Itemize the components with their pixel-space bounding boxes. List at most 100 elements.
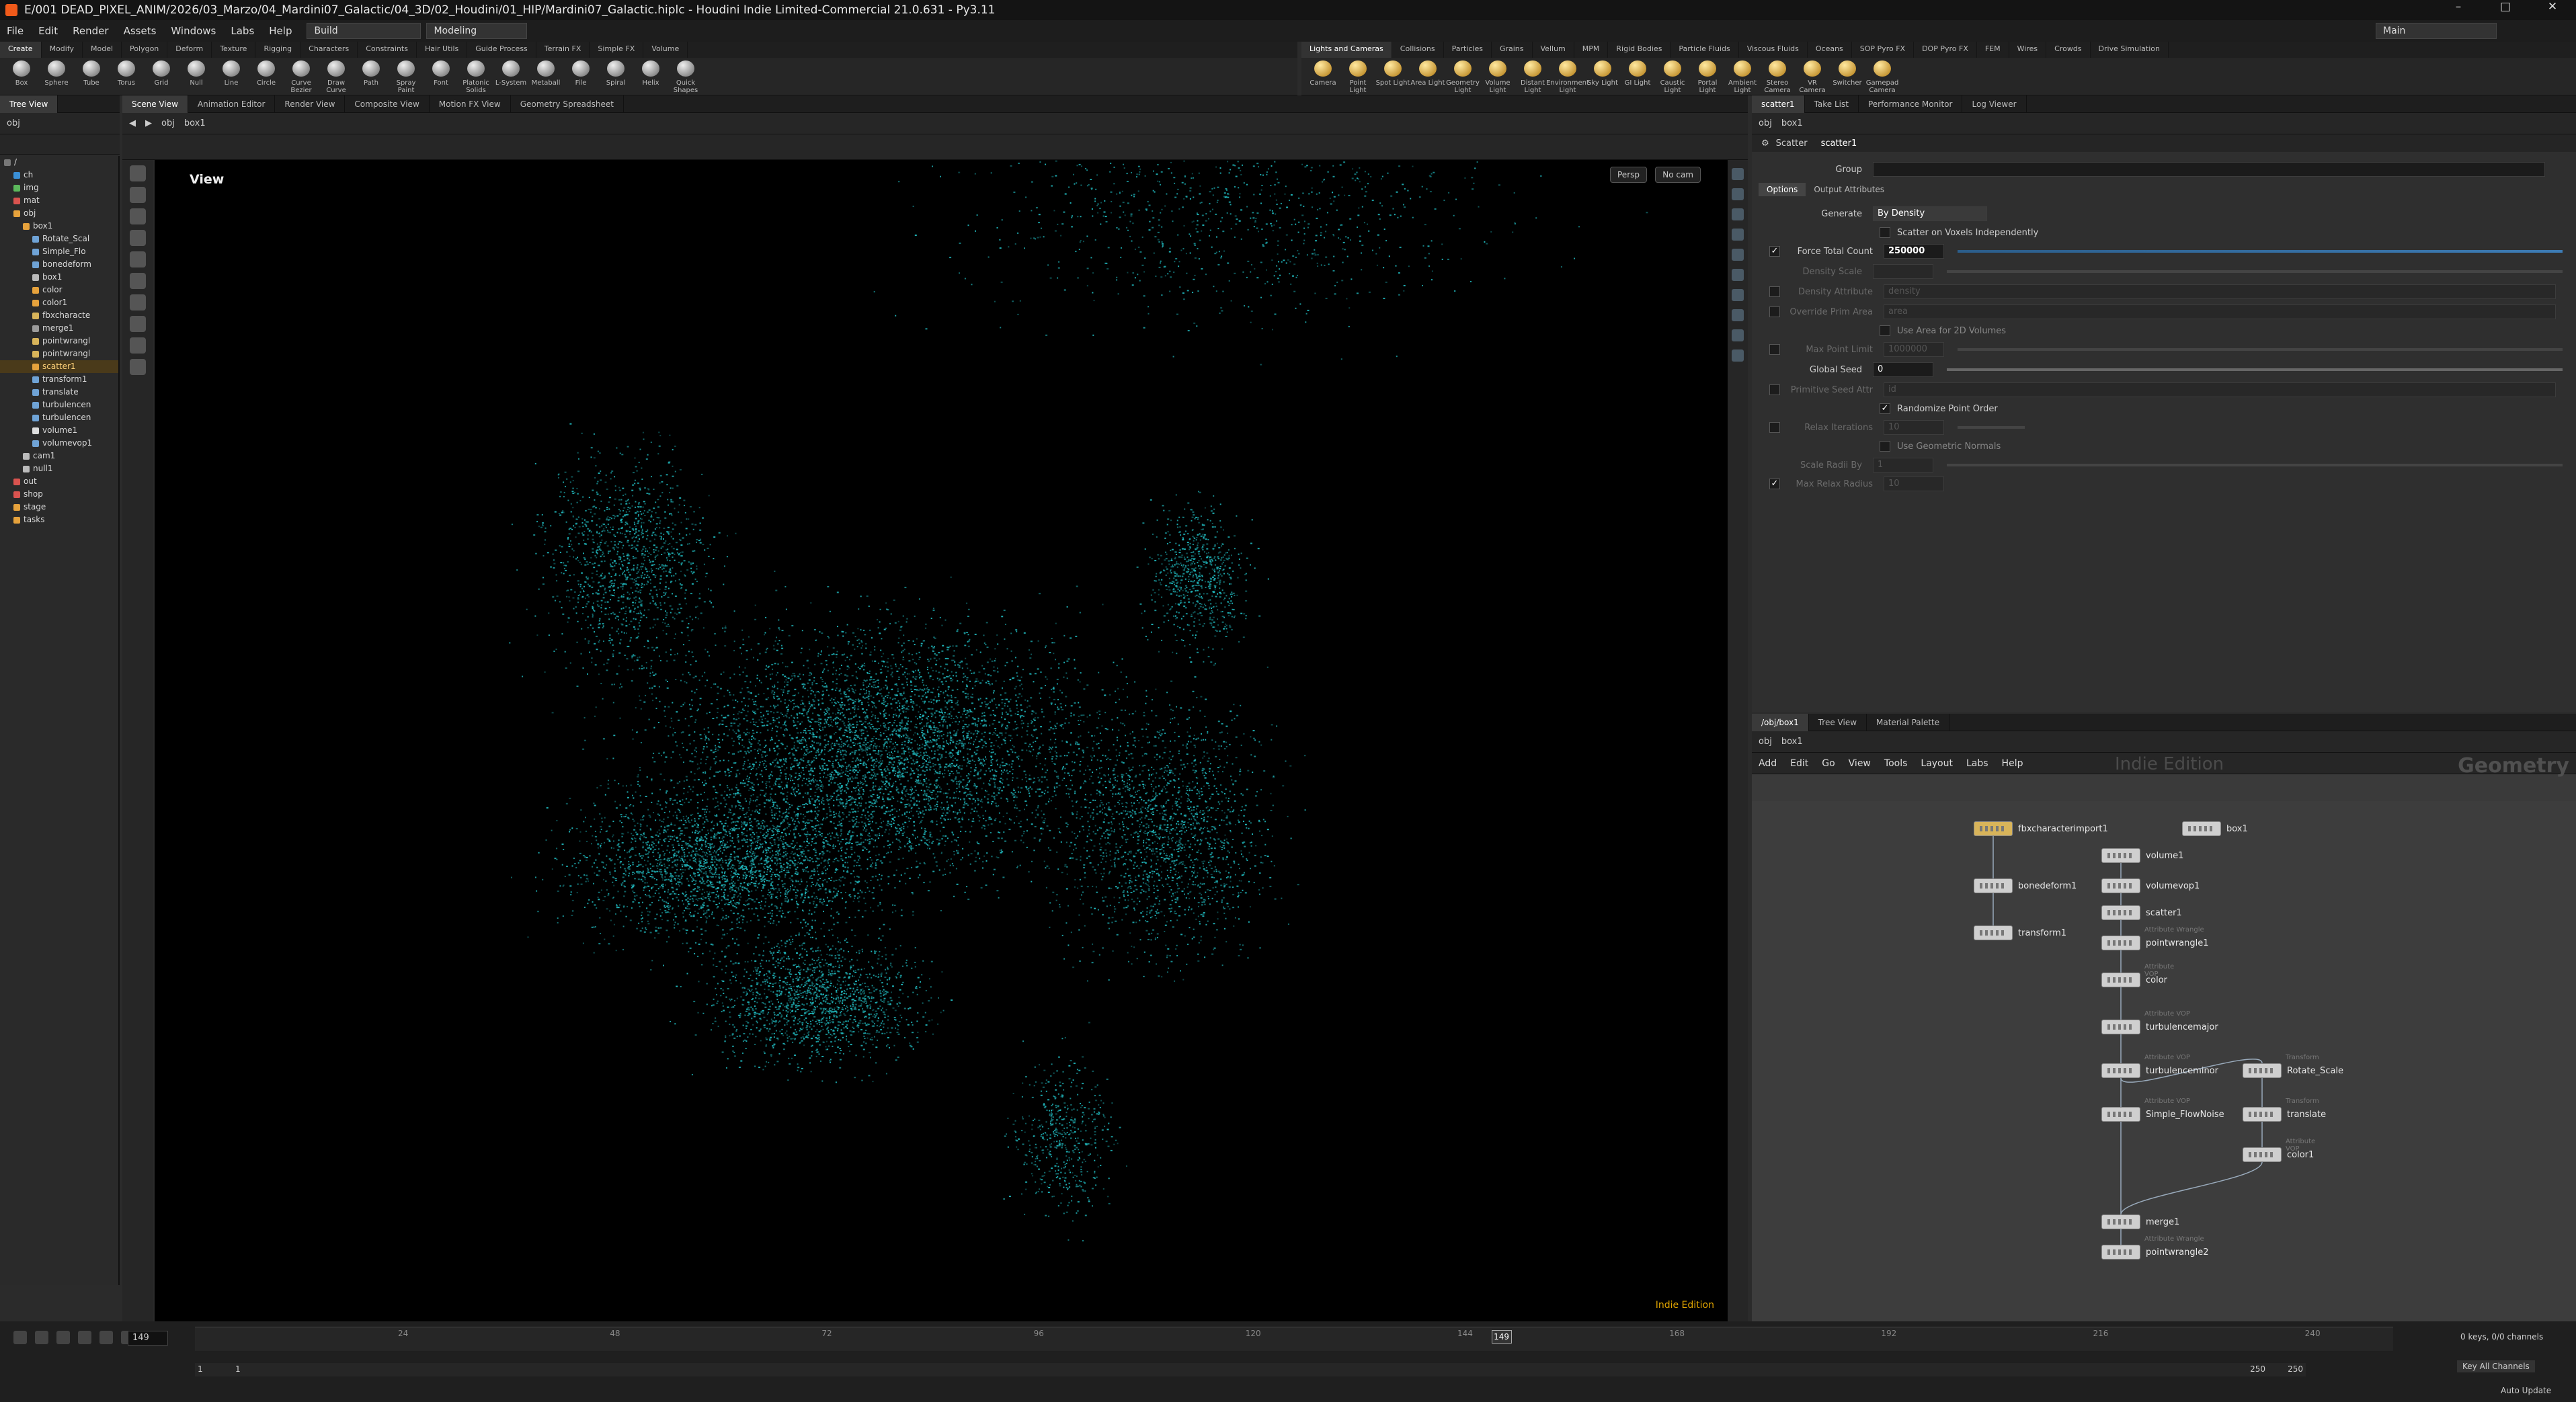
shelf-tab-simple-fx[interactable]: Simple FX xyxy=(590,42,644,58)
handle-tool-icon[interactable] xyxy=(130,251,146,267)
tab-render-view[interactable]: Render View xyxy=(275,95,346,113)
select-tool-icon[interactable] xyxy=(130,165,146,181)
rotate-tool-icon[interactable] xyxy=(130,208,146,224)
node-bonedeform1[interactable]: bonedeform1 xyxy=(1974,878,2077,893)
path-node[interactable]: box1 xyxy=(184,118,206,128)
force-total-slider[interactable] xyxy=(1958,250,2563,253)
view-tool-icon[interactable] xyxy=(130,294,146,311)
node-fbxcharacterimport1[interactable]: fbxcharacterimport1 xyxy=(1974,821,2108,836)
tool-font[interactable]: Font xyxy=(424,60,458,94)
persp-menu-button[interactable]: Persp xyxy=(1610,167,1647,183)
tool-caustic-light[interactable]: Caustic Light xyxy=(1655,60,1690,94)
normals-icon[interactable] xyxy=(1732,289,1744,301)
net-menu-add[interactable]: Add xyxy=(1759,758,1777,769)
tree-item-obj[interactable]: obj xyxy=(0,207,118,220)
node-tile[interactable] xyxy=(2101,1063,2140,1078)
tool-sky-light[interactable]: Sky Light xyxy=(1585,60,1620,94)
scatter-voxels-checkbox[interactable] xyxy=(1880,227,1890,238)
shading-icon[interactable] xyxy=(1732,188,1744,200)
visibility-icon[interactable] xyxy=(1732,249,1744,261)
node-scatter1[interactable]: scatter1 xyxy=(2101,905,2182,920)
net-menu-layout[interactable]: Layout xyxy=(1921,758,1953,769)
global-seed-slider[interactable] xyxy=(1947,368,2563,371)
wire[interactable] xyxy=(2120,1161,2263,1215)
tree-item-scatter1[interactable]: scatter1 xyxy=(0,360,118,373)
tool-torus[interactable]: Torus xyxy=(109,60,144,94)
menu-edit[interactable]: Edit xyxy=(38,25,58,37)
shelf-tab-sop-pyro-fx[interactable]: SOP Pyro FX xyxy=(1852,42,1915,58)
override-prim-field[interactable]: area xyxy=(1884,304,2556,319)
net-menu-tools[interactable]: Tools xyxy=(1884,758,1908,769)
points-display-icon[interactable] xyxy=(1732,269,1744,281)
node-pointwrangle1[interactable]: pointwrangle1 Attribute Wrangle xyxy=(2101,926,2208,950)
range-start[interactable]: 1 xyxy=(198,1364,203,1374)
tool-ambient-light[interactable]: Ambient Light xyxy=(1725,60,1760,94)
shelf-tab-rigging[interactable]: Rigging xyxy=(255,42,301,58)
density-attr-field[interactable]: density xyxy=(1884,284,2556,299)
wireframe-icon[interactable] xyxy=(1732,208,1744,220)
tool-vr-camera[interactable]: VR Camera xyxy=(1795,60,1830,94)
network-canvas[interactable]: Indie Edition Geometry fbxcharacterimpor… xyxy=(1752,754,2576,1321)
node-tile[interactable] xyxy=(2101,973,2140,987)
tree-item-simple-flo[interactable]: Simple_Flo xyxy=(0,245,118,258)
node-volumevop1[interactable]: volumevop1 xyxy=(2101,878,2200,893)
tab-output-attributes[interactable]: Output Attributes xyxy=(1806,183,1892,196)
range-bar[interactable]: 1 1 250 250 xyxy=(195,1363,2306,1376)
node-tile[interactable] xyxy=(2101,1245,2140,1260)
key-all-button[interactable]: Key All Channels xyxy=(2457,1360,2535,1372)
lighting-icon[interactable] xyxy=(1732,229,1744,241)
tab-motion-fx-view[interactable]: Motion FX View xyxy=(430,95,511,113)
shelf-tab-particles[interactable]: Particles xyxy=(1444,42,1492,58)
node-pointwrangle2[interactable]: pointwrangle2 Attribute Wrangle xyxy=(2101,1235,2208,1260)
tool-circle[interactable]: Circle xyxy=(249,60,284,94)
shelf-tab-dop-pyro-fx[interactable]: DOP Pyro FX xyxy=(1914,42,1977,58)
node-translate[interactable]: translate Transform xyxy=(2243,1098,2326,1122)
tool-file[interactable]: File xyxy=(563,60,598,94)
range-end2[interactable]: 250 xyxy=(2288,1364,2303,1374)
tool-volume-light[interactable]: Volume Light xyxy=(1480,60,1515,94)
node-simple-flownoise[interactable]: Simple_FlowNoise Attribute VOP xyxy=(2101,1098,2224,1122)
shelf-tab-fem[interactable]: FEM xyxy=(1977,42,2009,58)
tool-gi-light[interactable]: GI Light xyxy=(1620,60,1655,94)
max-point-toggle[interactable] xyxy=(1769,344,1780,355)
net-menu-view[interactable]: View xyxy=(1849,758,1871,769)
move-tool-icon[interactable] xyxy=(130,187,146,203)
tree-item-img[interactable]: img xyxy=(0,181,118,194)
camera-tool-icon[interactable] xyxy=(130,359,146,375)
shelf-tab-particle-fluids[interactable]: Particle Fluids xyxy=(1671,42,1739,58)
jump-start-icon[interactable] xyxy=(13,1331,27,1344)
tree-item-[interactable]: / xyxy=(0,156,118,169)
tool-box[interactable]: Box xyxy=(4,60,39,94)
node-tile[interactable] xyxy=(2101,848,2140,863)
tool-path[interactable]: Path xyxy=(354,60,389,94)
tree-item-mat[interactable]: mat xyxy=(0,194,118,207)
tree-item-volumevop1[interactable]: volumevop1 xyxy=(0,437,118,450)
tab-composite-view[interactable]: Composite View xyxy=(345,95,430,113)
menu-windows[interactable]: Windows xyxy=(171,25,216,37)
node-tile[interactable] xyxy=(2101,905,2140,920)
group-field[interactable] xyxy=(1873,162,2545,177)
node-transform1[interactable]: transform1 xyxy=(1974,925,2066,940)
node-tile[interactable] xyxy=(2243,1063,2282,1078)
range-end[interactable]: 250 xyxy=(2250,1364,2265,1374)
scene-viewport[interactable]: View Persp No cam Indie Edition xyxy=(155,160,1728,1321)
tree-item-transform1[interactable]: transform1 xyxy=(0,373,118,386)
tool-geometry-light[interactable]: Geometry Light xyxy=(1445,60,1480,94)
tool-area-light[interactable]: Area Light xyxy=(1410,60,1445,94)
path-forward-icon[interactable]: ▶ xyxy=(145,118,152,128)
tree-item-merge1[interactable]: merge1 xyxy=(0,322,118,335)
prim-seed-field[interactable]: id xyxy=(1884,382,2556,397)
tree-item-volume1[interactable]: volume1 xyxy=(0,424,118,437)
tab-performance-monitor[interactable]: Performance Monitor xyxy=(1859,95,1963,113)
menu-render[interactable]: Render xyxy=(73,25,108,37)
node-tile[interactable] xyxy=(2101,1214,2140,1229)
tool-l-system[interactable]: L-System xyxy=(493,60,528,94)
tool-line[interactable]: Line xyxy=(214,60,249,94)
shelf-tab-collisions[interactable]: Collisions xyxy=(1392,42,1444,58)
background-icon[interactable] xyxy=(1732,329,1744,341)
randomize-checkbox[interactable]: ✓ xyxy=(1880,403,1890,414)
tool-draw-curve[interactable]: Draw Curve xyxy=(319,60,354,94)
node-color1[interactable]: color1 Attribute VOP xyxy=(2243,1138,2315,1162)
shelf-tab-rigid-bodies[interactable]: Rigid Bodies xyxy=(1608,42,1671,58)
desktop-main-dropdown[interactable]: Main xyxy=(2376,23,2497,39)
